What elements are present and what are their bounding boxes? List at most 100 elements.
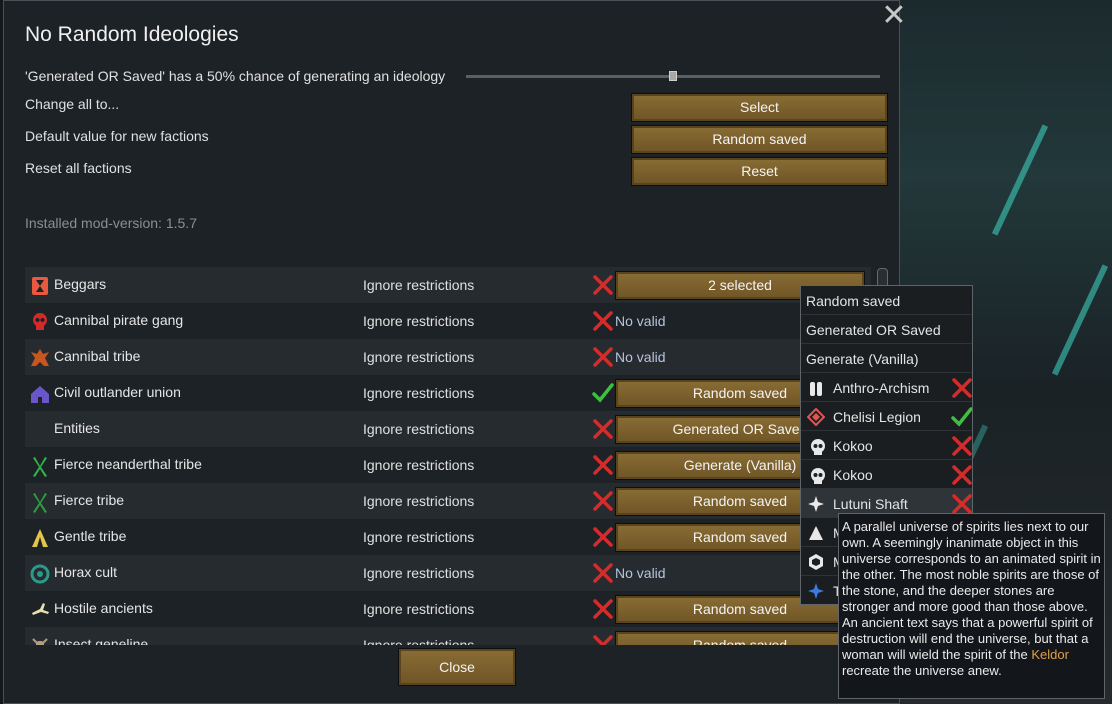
tribe-icon xyxy=(29,455,51,477)
ideology-name: Kokoo xyxy=(833,438,873,454)
faction-name: Civil outlander union xyxy=(54,384,181,400)
faction-name: Insect geneline xyxy=(54,636,149,645)
invalid-cross-icon xyxy=(951,435,972,457)
skull-icon xyxy=(29,311,51,333)
invalid-cross-icon xyxy=(592,526,614,548)
invalid-cross-icon xyxy=(592,490,614,512)
restriction-toggle[interactable]: Ignore restrictions xyxy=(363,385,474,401)
faction-row: Fierce tribe Ignore restrictions Random sa… xyxy=(25,483,871,519)
tooltip-text-end: recreate the universe anew. xyxy=(842,663,1002,678)
faction-row: Cannibal tribe Ignore restrictions No vali… xyxy=(25,339,871,375)
hourglass-icon xyxy=(29,275,51,297)
dropdown-ideology-item[interactable]: Chelisi Legion xyxy=(801,402,972,431)
reset-label: Reset all factions xyxy=(25,160,132,176)
invalid-cross-icon xyxy=(592,310,614,332)
dropdown-option-label: Generated OR Saved xyxy=(806,322,941,338)
restriction-toggle[interactable]: Ignore restrictions xyxy=(363,457,474,473)
tooltip-text: A parallel universe of spirits lies next… xyxy=(842,519,1101,662)
invalid-cross-icon xyxy=(592,346,614,368)
ideology-select-button[interactable]: Random saved xyxy=(615,631,865,645)
dropdown-ideology-item[interactable]: Kokoo xyxy=(801,460,972,489)
no-valid-text: No valid xyxy=(615,313,666,329)
slider-handle[interactable] xyxy=(669,71,677,81)
faction-row: Insect geneline Ignore restrictions Random… xyxy=(25,627,871,645)
faction-name: Fierce neanderthal tribe xyxy=(54,456,202,472)
insect-icon xyxy=(29,635,51,645)
default-value-button[interactable]: Random saved xyxy=(631,125,888,154)
skull-icon xyxy=(807,437,825,456)
restriction-toggle[interactable]: Ignore restrictions xyxy=(363,601,474,617)
valid-check-icon xyxy=(592,382,614,404)
reset-button[interactable]: Reset xyxy=(631,157,888,186)
faction-row: Entities Ignore restrictions Generated OR … xyxy=(25,411,871,447)
faction-list: Beggars Ignore restrictions 2 selected Cann… xyxy=(25,267,871,645)
dialog-title: No Random Ideologies xyxy=(25,23,239,46)
restriction-toggle[interactable]: Ignore restrictions xyxy=(363,313,474,329)
tribe-icon xyxy=(29,491,51,513)
dropdown-option[interactable]: Random saved xyxy=(801,286,972,315)
invalid-cross-icon xyxy=(592,598,614,620)
invalid-cross-icon xyxy=(592,454,614,476)
invalid-cross-icon xyxy=(951,464,972,486)
no-valid-text: No valid xyxy=(615,349,666,365)
faction-name: Fierce tribe xyxy=(54,492,125,508)
invalid-cross-icon xyxy=(592,562,614,584)
gem-icon xyxy=(807,553,825,571)
invalid-cross-icon xyxy=(592,274,614,296)
spiral-icon xyxy=(29,563,51,585)
skull-icon xyxy=(807,466,825,485)
close-button[interactable]: Close xyxy=(398,648,516,686)
cross-star-icon xyxy=(807,582,825,600)
mod-version: Installed mod-version: 1.5.7 xyxy=(25,215,197,231)
faction-name: Beggars xyxy=(54,276,107,292)
mod-settings-dialog: ✕ No Random Ideologies 'Generated OR Sav… xyxy=(3,0,907,704)
restriction-toggle[interactable]: Ignore restrictions xyxy=(363,493,474,509)
change-all-button[interactable]: Select xyxy=(631,93,888,122)
close-x-icon[interactable]: ✕ xyxy=(881,1,907,31)
faction-row: Horax cult Ignore restrictions No valid xyxy=(25,555,871,591)
dropdown-option-label: Generate (Vanilla) xyxy=(806,351,919,367)
faction-name: Hostile ancients xyxy=(54,600,153,616)
faction-row: Civil outlander union Ignore restrictions… xyxy=(25,375,871,411)
change-all-label: Change all to... xyxy=(25,96,120,112)
faction-row: Cannibal pirate gang Ignore restrictions N… xyxy=(25,303,871,339)
dropdown-option[interactable]: Generate (Vanilla) xyxy=(801,344,972,373)
no-valid-text: No valid xyxy=(615,565,666,581)
tooltip-highlight: Keldor xyxy=(1031,647,1069,662)
invalid-cross-icon xyxy=(592,634,614,645)
default-value-label: Default value for new factions xyxy=(25,128,209,144)
invalid-cross-icon xyxy=(951,377,972,399)
faction-row: Hostile ancients Ignore restrictions Rando… xyxy=(25,591,871,627)
ideology-name: Lutuni Shaft xyxy=(833,496,908,512)
dropdown-ideology-item[interactable]: Kokoo xyxy=(801,431,972,460)
restriction-toggle[interactable]: Ignore restrictions xyxy=(363,421,474,437)
dropdown-option-label: Random saved xyxy=(806,293,901,309)
tribal-mask-icon xyxy=(29,347,51,369)
house-icon xyxy=(29,383,51,405)
star-icon xyxy=(807,495,825,513)
dropdown-option[interactable]: Generated OR Saved xyxy=(801,315,972,344)
invalid-cross-icon xyxy=(592,418,614,440)
faction-name: Cannibal tribe xyxy=(54,348,141,364)
tent-icon xyxy=(29,527,51,549)
ideology-name: Chelisi Legion xyxy=(833,409,921,425)
triangle-icon xyxy=(807,524,825,542)
twin-figure-icon xyxy=(807,379,825,397)
ideology-tooltip: A parallel universe of spirits lies next… xyxy=(838,513,1105,699)
valid-check-icon xyxy=(951,406,972,428)
faction-name: Horax cult xyxy=(54,564,118,580)
chance-text: 'Generated OR Saved' has a 50% chance of… xyxy=(25,68,446,84)
restriction-toggle[interactable]: Ignore restrictions xyxy=(363,529,474,545)
dropdown-ideology-item[interactable]: Anthro-Archism xyxy=(801,373,972,402)
faction-row: Gentle tribe Ignore restrictions Random sa… xyxy=(25,519,871,555)
restriction-toggle[interactable]: Ignore restrictions xyxy=(363,637,474,645)
faction-name: Cannibal pirate gang xyxy=(54,312,184,328)
faction-row: Fierce neanderthal tribe Ignore restricti… xyxy=(25,447,871,483)
restriction-toggle[interactable]: Ignore restrictions xyxy=(363,349,474,365)
diamond-icon xyxy=(806,407,826,427)
runner-icon xyxy=(29,599,51,621)
faction-row: Beggars Ignore restrictions 2 selected xyxy=(25,267,871,303)
restriction-toggle[interactable]: Ignore restrictions xyxy=(363,277,474,293)
restriction-toggle[interactable]: Ignore restrictions xyxy=(363,565,474,581)
invalid-cross-icon xyxy=(951,493,972,515)
